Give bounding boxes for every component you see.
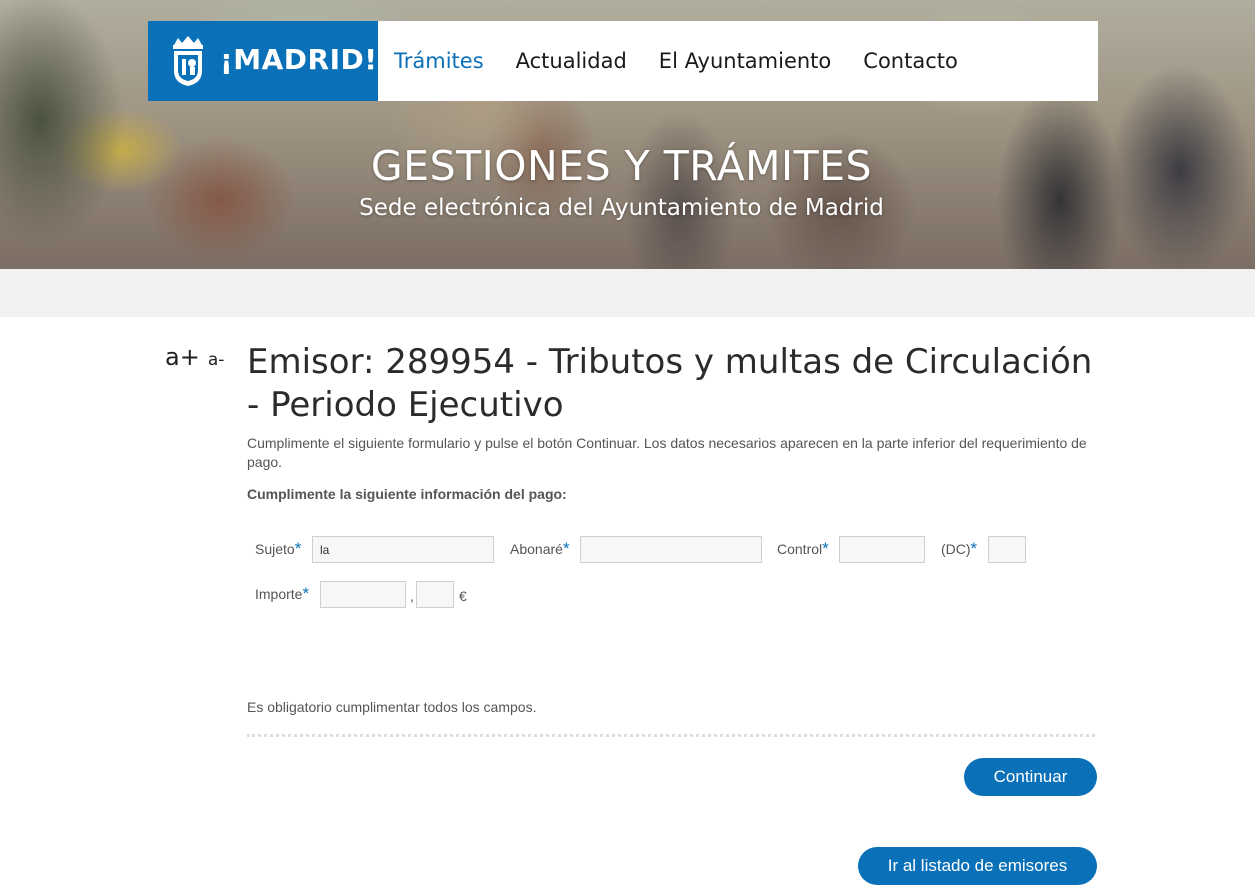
hero-subtitle: Sede electrónica del Ayuntamiento de Mad…: [359, 195, 884, 221]
intro-text: Cumplimente el siguiente formulario y pu…: [247, 435, 1087, 470]
grey-band: [0, 269, 1255, 317]
nav-tramites[interactable]: Trámites: [394, 49, 484, 73]
sujeto-label: Sujeto*: [255, 539, 302, 558]
control-label: Control*: [777, 539, 829, 558]
required-note: Es obligatorio cumplimentar todos los ca…: [247, 699, 537, 715]
madrid-crest-icon: [173, 36, 203, 86]
required-asterisk: *: [302, 584, 310, 603]
nav-actualidad[interactable]: Actualidad: [516, 49, 627, 73]
madrid-logo[interactable]: ¡MADRID!: [148, 21, 378, 101]
top-navbar: ¡MADRID! Trámites Actualidad El Ayuntami…: [148, 21, 1098, 101]
hero-banner: ¡MADRID! Trámites Actualidad El Ayuntami…: [0, 0, 1255, 269]
font-increase-button[interactable]: a+: [165, 343, 200, 371]
abonare-label: Abonaré*: [510, 539, 570, 558]
nav-contacto[interactable]: Contacto: [863, 49, 958, 73]
font-decrease-button[interactable]: a-: [208, 350, 225, 370]
section-label: Cumplimente la siguiente información del…: [247, 486, 567, 502]
main-nav: Trámites Actualidad El Ayuntamiento Cont…: [378, 21, 990, 101]
required-asterisk: *: [970, 539, 978, 558]
currency-symbol: €: [459, 588, 467, 604]
back-to-emitters-list-button[interactable]: Ir al listado de emisores: [858, 847, 1097, 885]
importe-decimal-input[interactable]: [416, 581, 454, 608]
dotted-divider: [247, 734, 1095, 737]
dc-label: (DC)*: [941, 539, 978, 558]
control-input[interactable]: [839, 536, 925, 563]
page-title: Emisor: 289954 - Tributos y multas de Ci…: [247, 342, 1093, 425]
importe-label: Importe*: [255, 584, 310, 603]
continue-button[interactable]: Continuar: [964, 758, 1097, 796]
sujeto-input[interactable]: [312, 536, 494, 563]
importe-integer-input[interactable]: [320, 581, 406, 608]
logo-text: ¡MADRID!: [220, 43, 378, 76]
abonare-input[interactable]: [580, 536, 762, 563]
decimal-separator: ,: [410, 588, 414, 604]
dc-input[interactable]: [988, 536, 1026, 563]
hero-title: GESTIONES Y TRÁMITES: [370, 142, 873, 190]
required-asterisk: *: [822, 539, 829, 558]
required-asterisk: *: [294, 539, 302, 558]
nav-el-ayuntamiento[interactable]: El Ayuntamiento: [659, 49, 831, 73]
font-size-controls: a+ a-: [165, 343, 224, 371]
required-asterisk: *: [562, 539, 570, 558]
